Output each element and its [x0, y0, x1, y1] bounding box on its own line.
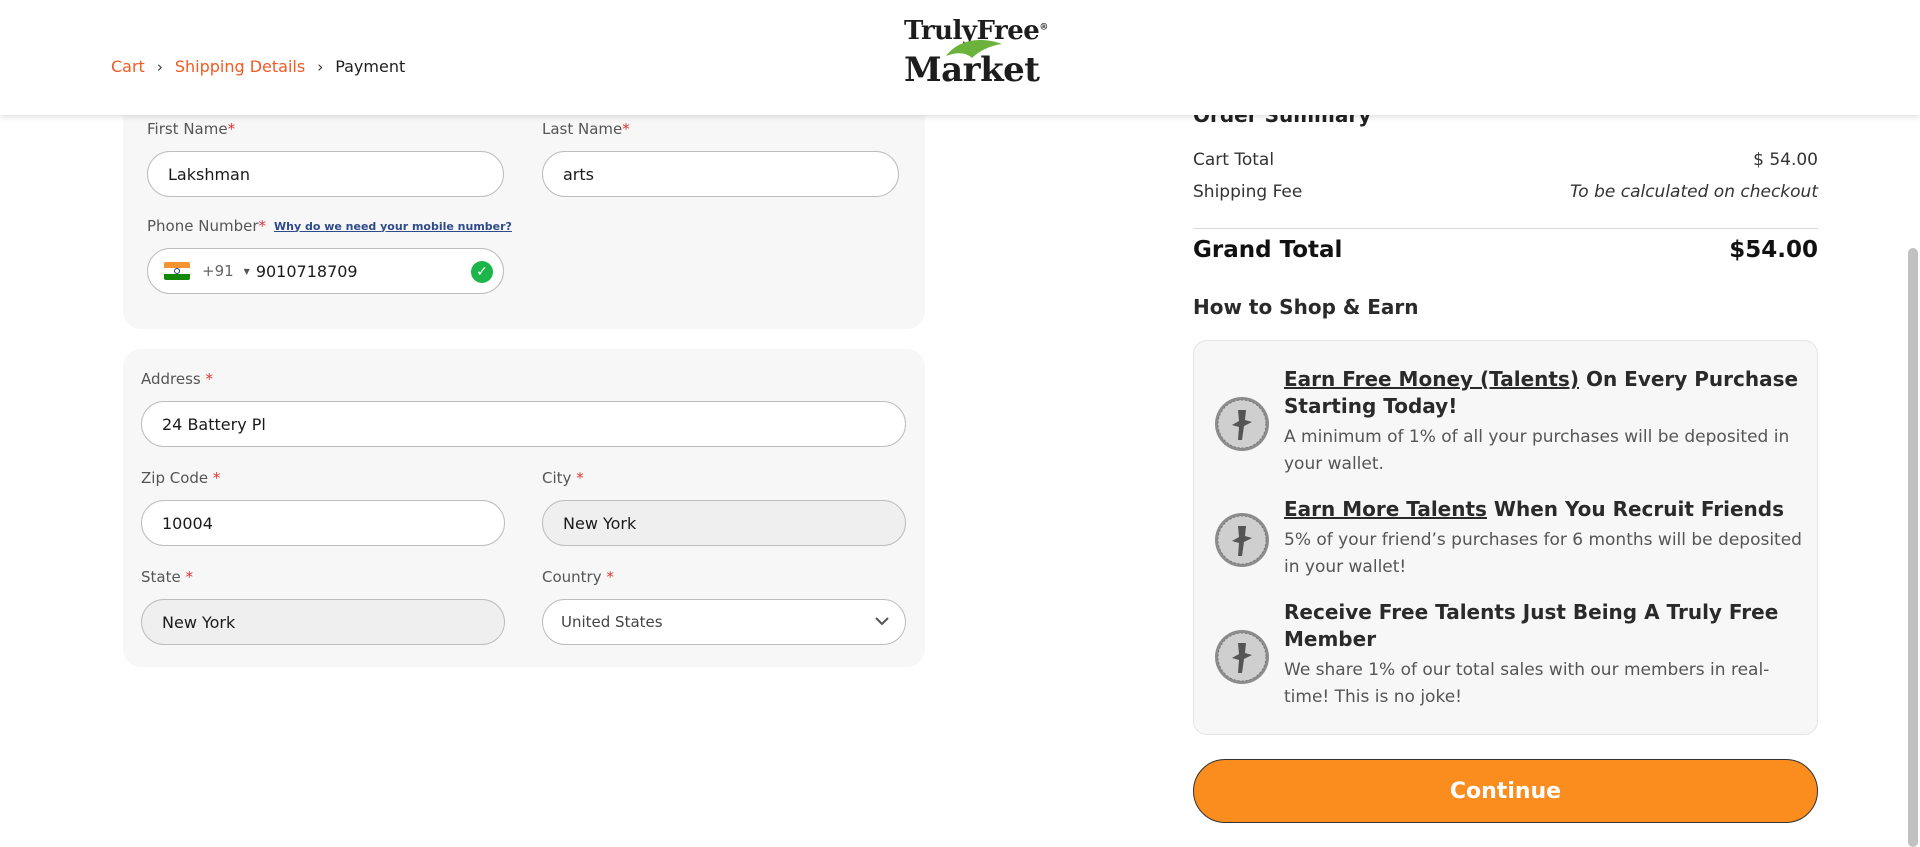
- talent-coin-icon: [1215, 397, 1269, 451]
- state-input[interactable]: New York: [141, 599, 505, 645]
- country-select[interactable]: United States: [542, 599, 906, 645]
- grand-total-value: $54.00: [1729, 237, 1818, 263]
- chevron-right-icon: ›: [317, 57, 324, 76]
- address-label: Address *: [141, 370, 214, 388]
- talent-coin-icon: [1215, 513, 1269, 567]
- zip-input[interactable]: 10004: [141, 500, 505, 546]
- city-label: City *: [542, 469, 584, 487]
- grand-total-row: Grand Total $54.00: [1193, 237, 1818, 263]
- cart-total-label: Cart Total: [1193, 150, 1275, 170]
- chevron-right-icon: ›: [156, 57, 163, 76]
- address-input[interactable]: 24 Battery Pl: [141, 401, 906, 447]
- breadcrumb: Cart › Shipping Details › Payment: [111, 57, 405, 76]
- earn-item-heading: When You Recruit Friends: [1486, 497, 1784, 521]
- shipping-fee-label: Shipping Fee: [1193, 182, 1303, 202]
- earn-item-desc: A minimum of 1% of all your purchases wi…: [1284, 427, 1790, 474]
- phone-input[interactable]: 9010718709: [256, 262, 358, 281]
- breadcrumb-shipping-link[interactable]: Shipping Details: [175, 57, 305, 76]
- contact-card: First Name* Lakshman Last Name* arts Pho…: [123, 95, 925, 329]
- address-card: Address * 24 Battery Pl Zip Code * 10004…: [123, 349, 925, 667]
- city-input[interactable]: New York: [542, 500, 906, 546]
- check-circle-icon: ✓: [471, 261, 493, 283]
- shipping-fee-row: Shipping Fee To be calculated on checkou…: [1193, 182, 1818, 202]
- grand-total-label: Grand Total: [1193, 237, 1343, 263]
- earn-item-desc: We share 1% of our total sales with our …: [1284, 660, 1770, 707]
- page-scrollbar[interactable]: [1908, 248, 1918, 847]
- summary-divider: [1193, 228, 1818, 229]
- cart-total-value: $ 54.00: [1753, 150, 1818, 170]
- state-label: State *: [141, 568, 193, 586]
- earn-more-talents-link[interactable]: Earn More Talents: [1284, 497, 1487, 521]
- cart-total-row: Cart Total $ 54.00: [1193, 150, 1818, 170]
- earn-info-box: Earn Free Money (Talents) On Every Purch…: [1193, 340, 1818, 735]
- site-logo[interactable]: TrulyFree® Market: [900, 16, 1048, 90]
- how-to-shop-title: How to Shop & Earn: [1193, 295, 1419, 319]
- chevron-down-icon[interactable]: [873, 612, 891, 630]
- first-name-input[interactable]: Lakshman: [147, 151, 504, 197]
- country-select-value: United States: [561, 613, 663, 631]
- caret-down-icon[interactable]: ▼: [244, 267, 250, 276]
- country-label: Country *: [542, 568, 614, 586]
- breadcrumb-cart-link[interactable]: Cart: [111, 57, 145, 76]
- shipping-fee-value: To be calculated on checkout: [1569, 182, 1818, 202]
- logo-bottom-text: Market: [904, 50, 1040, 90]
- continue-button[interactable]: Continue: [1193, 759, 1818, 823]
- zip-label: Zip Code *: [141, 469, 221, 487]
- earn-item-desc: 5% of your friend’s purchases for 6 mont…: [1284, 530, 1802, 577]
- logo-tm: ®: [1039, 22, 1048, 33]
- last-name-input[interactable]: arts: [542, 151, 899, 197]
- dial-code[interactable]: +91: [202, 262, 234, 280]
- phone-label: Phone Number * Why do we need your mobile…: [147, 217, 512, 235]
- india-flag-icon: [164, 262, 190, 280]
- earn-item-heading: Receive Free Talents Just Being A Truly …: [1284, 600, 1779, 651]
- first-name-label: First Name*: [147, 120, 236, 138]
- why-mobile-link[interactable]: Why do we need your mobile number?: [274, 220, 512, 233]
- breadcrumb-payment: Payment: [335, 57, 406, 76]
- last-name-label: Last Name*: [542, 120, 630, 138]
- earn-talents-link[interactable]: Earn Free Money (Talents): [1284, 367, 1579, 391]
- talent-coin-icon: [1215, 630, 1269, 684]
- phone-field[interactable]: +91 ▼ 9010718709 ✓: [147, 248, 504, 294]
- site-header: Cart › Shipping Details › Payment TrulyF…: [0, 0, 1920, 115]
